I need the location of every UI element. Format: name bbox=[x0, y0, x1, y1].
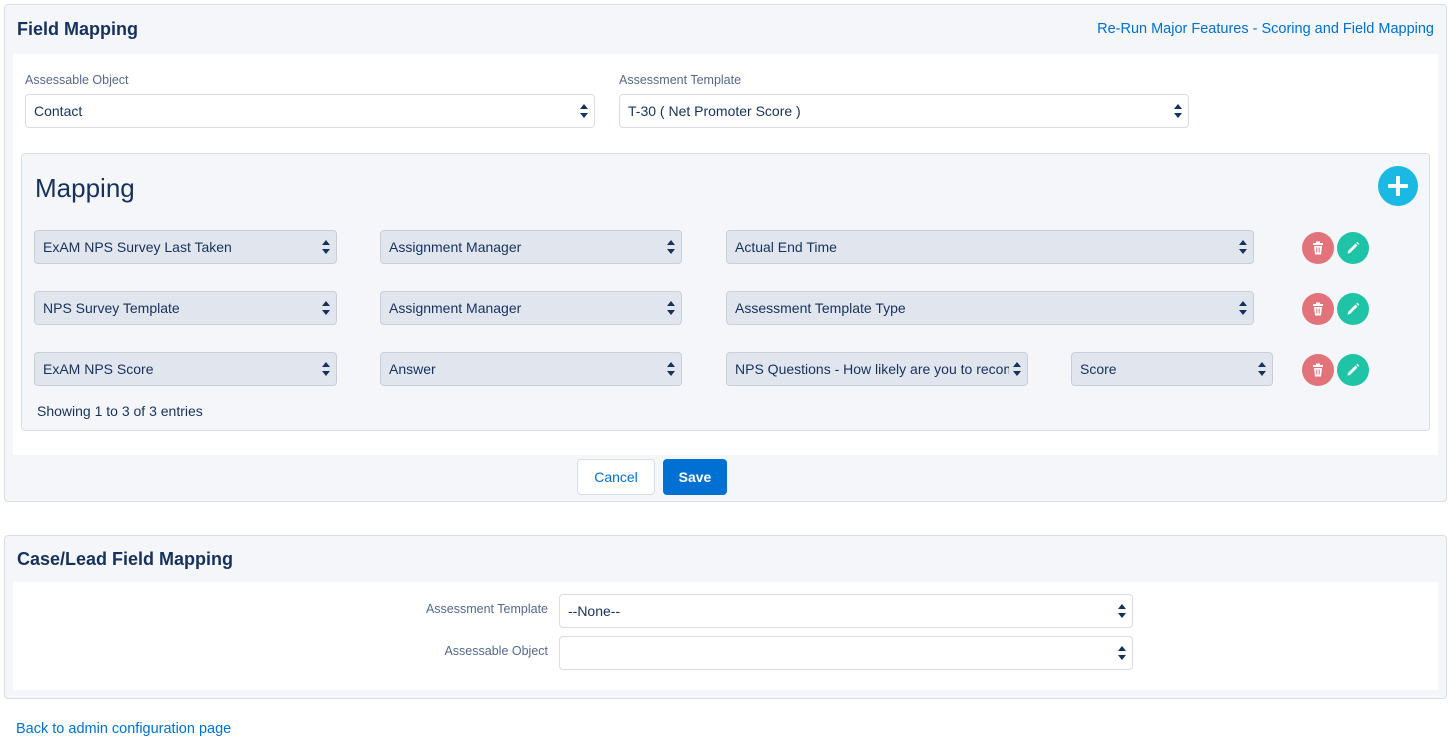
pencil-icon bbox=[1347, 241, 1360, 254]
mapping-row-3-field-select[interactable]: NPS Questions - How likely are you to re… bbox=[726, 352, 1028, 386]
mapping-row-3-field-value: NPS Questions - How likely are you to re… bbox=[735, 361, 1009, 377]
mapping-row-1-edit-button[interactable] bbox=[1337, 232, 1369, 264]
mapping-row-2-object-value: Assignment Manager bbox=[389, 300, 522, 316]
up-down-arrows-icon bbox=[667, 362, 675, 376]
assessable-object-value: Contact bbox=[34, 103, 83, 119]
mapping-row-2-edit-button[interactable] bbox=[1337, 293, 1369, 325]
mapping-title: Mapping bbox=[35, 173, 135, 203]
up-down-arrows-icon bbox=[1258, 362, 1266, 376]
up-down-arrows-icon bbox=[1239, 240, 1247, 254]
case-assessable-object-select[interactable] bbox=[559, 636, 1133, 670]
case-assessment-template-label: Assessment Template bbox=[425, 602, 548, 616]
case-lead-mapping-body: Assessment Template --None-- Assessable … bbox=[13, 582, 1438, 690]
up-down-arrows-icon bbox=[580, 104, 588, 118]
case-assessment-template-value: --None-- bbox=[568, 603, 621, 619]
mapping-row-3-subfield-select[interactable]: Score bbox=[1071, 352, 1273, 386]
field-mapping-card: Field Mapping Re-Run Major Features - Sc… bbox=[4, 4, 1447, 502]
save-button[interactable]: Save bbox=[663, 459, 727, 495]
up-down-arrows-icon bbox=[322, 301, 330, 315]
up-down-arrows-icon bbox=[1239, 301, 1247, 315]
mapping-row-1-delete-button[interactable] bbox=[1302, 232, 1334, 264]
mapping-row-2-field-select[interactable]: Assessment Template Type bbox=[726, 291, 1254, 325]
assessment-template-label: Assessment Template bbox=[619, 73, 742, 87]
mapping-row-3-subfield-value: Score bbox=[1080, 361, 1117, 377]
rerun-features-link[interactable]: Re-Run Major Features - Scoring and Fiel… bbox=[1097, 21, 1434, 37]
add-mapping-button[interactable] bbox=[1378, 166, 1418, 206]
field-mapping-title: Field Mapping bbox=[17, 19, 138, 39]
assessment-template-select[interactable]: T-30 ( Net Promoter Score ) bbox=[619, 94, 1189, 128]
mapping-row-1-object-select[interactable]: Assignment Manager bbox=[380, 230, 682, 264]
up-down-arrows-icon bbox=[1013, 362, 1021, 376]
up-down-arrows-icon bbox=[322, 362, 330, 376]
up-down-arrows-icon bbox=[667, 301, 675, 315]
mapping-row-2-source-select[interactable]: NPS Survey Template bbox=[34, 291, 337, 325]
mapping-row-1-source-select[interactable]: ExAM NPS Survey Last Taken bbox=[34, 230, 337, 264]
mapping-row-3-source-value: ExAM NPS Score bbox=[43, 361, 154, 377]
entries-count: Showing 1 to 3 of 3 entries bbox=[37, 403, 203, 419]
mapping-row-1-object-value: Assignment Manager bbox=[389, 239, 522, 255]
assessment-template-value: T-30 ( Net Promoter Score ) bbox=[628, 103, 801, 119]
mapping-row-3-object-value: Answer bbox=[389, 361, 436, 377]
case-lead-mapping-title: Case/Lead Field Mapping bbox=[17, 549, 234, 569]
mapping-row-2-field-value: Assessment Template Type bbox=[735, 300, 906, 316]
up-down-arrows-icon bbox=[667, 240, 675, 254]
trash-icon bbox=[1313, 241, 1323, 255]
mapping-row-1-field-select[interactable]: Actual End Time bbox=[726, 230, 1254, 264]
trash-icon bbox=[1313, 363, 1323, 377]
case-assessment-template-select[interactable]: --None-- bbox=[559, 594, 1133, 628]
up-down-arrows-icon bbox=[322, 240, 330, 254]
mapping-panel: Mapping ExAM NPS Survey Last Taken Assig… bbox=[21, 153, 1430, 431]
up-down-arrows-icon bbox=[1118, 604, 1126, 618]
mapping-row-2-delete-button[interactable] bbox=[1302, 293, 1334, 325]
mapping-row-2-object-select[interactable]: Assignment Manager bbox=[380, 291, 682, 325]
up-down-arrows-icon bbox=[1118, 646, 1126, 660]
pencil-icon bbox=[1347, 302, 1360, 315]
trash-icon bbox=[1313, 302, 1323, 316]
mapping-row-3-delete-button[interactable] bbox=[1302, 354, 1334, 386]
case-assessable-object-label: Assessable Object bbox=[444, 644, 548, 658]
mapping-row-1-source-value: ExAM NPS Survey Last Taken bbox=[43, 239, 232, 255]
mapping-row-3-edit-button[interactable] bbox=[1337, 354, 1369, 386]
back-to-admin-link[interactable]: Back to admin configuration page bbox=[16, 721, 231, 737]
cancel-button[interactable]: Cancel bbox=[577, 459, 655, 495]
mapping-row-1-field-value: Actual End Time bbox=[735, 239, 837, 255]
assessable-object-select[interactable]: Contact bbox=[25, 94, 595, 128]
case-lead-mapping-card: Case/Lead Field Mapping Assessment Templ… bbox=[4, 535, 1447, 699]
pencil-icon bbox=[1347, 363, 1360, 376]
mapping-row-3-source-select[interactable]: ExAM NPS Score bbox=[34, 352, 337, 386]
mapping-row-2-source-value: NPS Survey Template bbox=[43, 300, 180, 316]
assessable-object-label: Assessable Object bbox=[25, 73, 129, 87]
up-down-arrows-icon bbox=[1174, 104, 1182, 118]
mapping-row-3-object-select[interactable]: Answer bbox=[380, 352, 682, 386]
